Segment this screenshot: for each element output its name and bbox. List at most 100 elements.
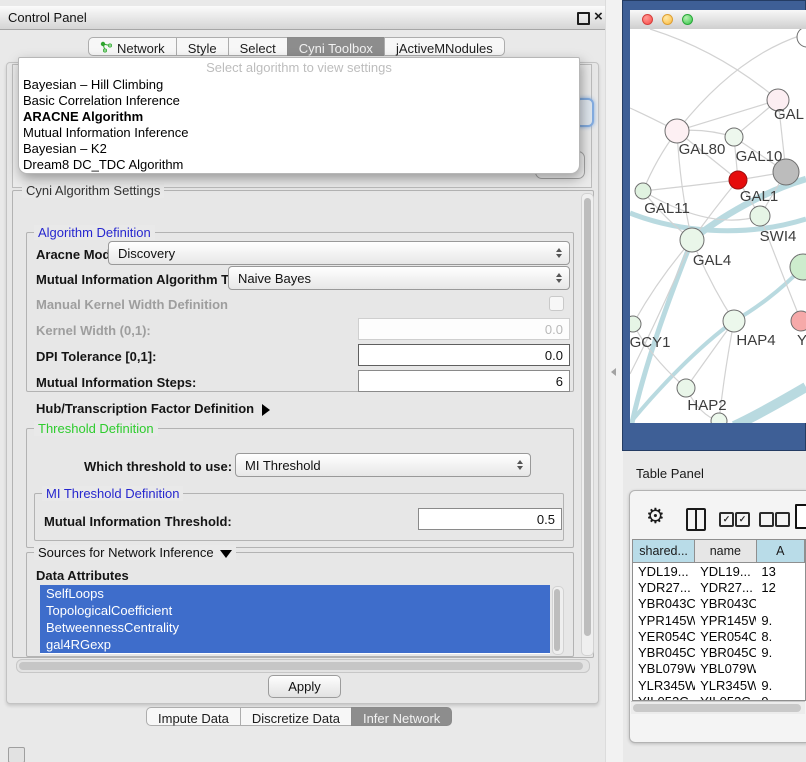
table-row[interactable]: YBL079WYBL079W	[633, 661, 805, 677]
checked-checkbox-icon[interactable]: ✓	[719, 512, 734, 527]
zoom-traffic-light-icon[interactable]	[682, 14, 693, 25]
kernel-width-field[interactable]: 0.0	[358, 318, 570, 340]
tab-cyni-toolbox[interactable]: Cyni Toolbox	[287, 37, 385, 56]
node-label: HAP4	[736, 332, 775, 349]
node-table[interactable]: shared...nameA YDL19...YDL19...13YDR27..…	[632, 539, 806, 701]
tab-network[interactable]: Network	[88, 37, 177, 56]
network-node-y[interactable]	[791, 311, 806, 331]
settings-hscrollbar-thumb[interactable]	[19, 662, 583, 670]
algorithm-option-basic-correlation-inference[interactable]: Basic Correlation Inference	[19, 93, 579, 109]
data-attributes-list: SelfLoopsTopologicalCoefficientBetweenne…	[40, 585, 550, 654]
data-attribute-item[interactable]: BetweennessCentrality	[40, 619, 550, 636]
dropdown-placeholder: Select algorithm to view settings	[19, 58, 579, 77]
algorithm-option-bayesian-hill-climbing[interactable]: Bayesian – Hill Climbing	[19, 77, 579, 93]
tab-select[interactable]: Select	[228, 37, 288, 56]
table-row[interactable]: YDL19...YDL19...13	[633, 563, 805, 579]
close-traffic-light-icon[interactable]	[642, 14, 653, 25]
bottom-tabbar: Impute Data Discretize DataInfer Network	[146, 707, 452, 729]
aracne-mode-select[interactable]: Discovery	[108, 241, 570, 265]
dpi-tolerance-field[interactable]: 0.0	[358, 344, 570, 366]
settings-hscrollbar[interactable]	[16, 659, 590, 673]
table-hscrollbar-thumb[interactable]	[633, 704, 801, 712]
node-label: GAL80	[679, 141, 726, 158]
table-row[interactable]: YIL052CYIL052C9	[633, 693, 805, 701]
float-window-icon[interactable]	[577, 12, 590, 25]
tab-style[interactable]: Style	[176, 37, 229, 56]
tab-label: Style	[188, 41, 217, 56]
split-columns-icon[interactable]	[686, 508, 706, 531]
unchecked-checkbox-icon[interactable]	[775, 512, 790, 527]
tab-discretize-data[interactable]: Discretize Data	[240, 707, 352, 726]
table-row[interactable]: YDR27...YDR27...12	[633, 579, 805, 595]
mi-threshold-field[interactable]: 0.5	[418, 508, 562, 530]
mi-steps-field[interactable]: 6	[358, 370, 570, 392]
apply-button[interactable]: Apply	[268, 675, 341, 698]
algorithm-option-bayesian-k2[interactable]: Bayesian – K2	[19, 141, 579, 157]
network-node-gal11[interactable]	[635, 183, 651, 199]
mi-type-label: Mutual Information Algorithm Type:	[36, 272, 255, 287]
network-node[interactable]	[797, 29, 806, 47]
node-label: GCY1	[630, 334, 670, 351]
table-row[interactable]: YLR345WYLR345W9.	[633, 677, 805, 693]
network-window-titlebar[interactable]	[630, 10, 806, 30]
mi-type-select[interactable]: Naive Bayes	[228, 266, 570, 290]
column-header-a[interactable]: A	[757, 540, 805, 562]
network-node[interactable]	[711, 413, 727, 423]
algorithm-options-list: Bayesian – Hill ClimbingBasic Correlatio…	[19, 77, 579, 173]
algorithm-option-mutual-information-inference[interactable]: Mutual Information Inference	[19, 125, 579, 141]
control-panel-tabbar: Network Style Select Cyni Toolbox jActiveMNo…	[88, 37, 505, 59]
document-icon[interactable]	[795, 504, 806, 529]
algorithm-option-dream8-dc-tdc-algorithm[interactable]: Dream8 DC_TDC Algorithm	[19, 157, 579, 173]
column-header-shared[interactable]: shared...	[633, 540, 695, 562]
node-label: HAP2	[687, 397, 726, 414]
network-node-gal10[interactable]	[725, 128, 743, 146]
which-threshold-select[interactable]: MI Threshold	[235, 453, 531, 477]
data-attribute-item[interactable]: TopologicalCoefficient	[40, 602, 550, 619]
table-row[interactable]: YBR045CYBR045C9.	[633, 644, 805, 660]
settings-scrollbar[interactable]	[581, 193, 594, 656]
window-grip-icon[interactable]	[8, 747, 25, 762]
sources-title-text: Sources for Network Inference	[38, 545, 214, 560]
control-panel-title: Control Panel	[8, 10, 87, 25]
data-attribute-item[interactable]: gal4RGexp	[40, 636, 550, 653]
tab-label: Impute Data	[158, 711, 229, 726]
network-node-swi4[interactable]	[750, 206, 770, 226]
control-panel-titlebar	[0, 6, 605, 30]
attributes-scrollbar-thumb[interactable]	[554, 589, 560, 651]
algorithm-option-aracne-algorithm[interactable]: ARACNE Algorithm	[19, 109, 579, 125]
tab-impute-data[interactable]: Impute Data	[146, 707, 241, 726]
mi-threshold-group-title: MI Threshold Definition	[42, 486, 183, 501]
panel-splitter[interactable]	[605, 0, 623, 762]
tab-label: Cyni Toolbox	[299, 41, 373, 56]
minimize-traffic-light-icon[interactable]	[662, 14, 673, 25]
tab-jactivemnodules[interactable]: jActiveMNodules	[384, 37, 505, 56]
network-node-gal80[interactable]	[665, 119, 689, 143]
settings-scrollbar-thumb[interactable]	[584, 198, 591, 636]
network-icon	[100, 41, 113, 56]
network-node-gal4[interactable]	[680, 228, 704, 252]
table-row[interactable]: YPR145WYPR145W9.	[633, 612, 805, 628]
network-node-gal1[interactable]	[729, 171, 747, 189]
column-header-name[interactable]: name	[695, 540, 756, 562]
tab-infer-network[interactable]: Infer Network	[351, 707, 452, 726]
sources-group-title[interactable]: Sources for Network Inference	[34, 545, 236, 560]
unchecked-checkbox-icon[interactable]	[759, 512, 774, 527]
network-node-gcy1[interactable]	[630, 316, 641, 332]
attributes-scrollbar[interactable]	[552, 586, 564, 655]
table-row[interactable]: YER054CYER054C8.	[633, 628, 805, 644]
table-row[interactable]: YBR043CYBR043C	[633, 596, 805, 612]
collapse-arrow-icon	[220, 550, 232, 558]
checked-checkbox-icon[interactable]: ✓	[735, 512, 750, 527]
network-node-hap2[interactable]	[677, 379, 695, 397]
hub-definition-expander[interactable]: Hub/Transcription Factor Definition	[36, 401, 270, 416]
gear-icon[interactable]: ⚙	[646, 504, 665, 529]
manual-kernel-checkbox[interactable]	[549, 296, 564, 311]
manual-kernel-label: Manual Kernel Width Definition	[36, 297, 228, 312]
node-label: GAL	[774, 106, 804, 123]
which-threshold-value: MI Threshold	[245, 458, 321, 473]
table-cell: 9.	[756, 678, 805, 693]
data-attribute-item[interactable]: SelfLoops	[40, 585, 550, 602]
network-node-hap4[interactable]	[723, 310, 745, 332]
close-icon[interactable]: ×	[594, 8, 603, 25]
network-canvas[interactable]: GALGAL80GAL10GAL1GAL11SWI4GAL4GCY1HAP4YH…	[630, 29, 806, 423]
